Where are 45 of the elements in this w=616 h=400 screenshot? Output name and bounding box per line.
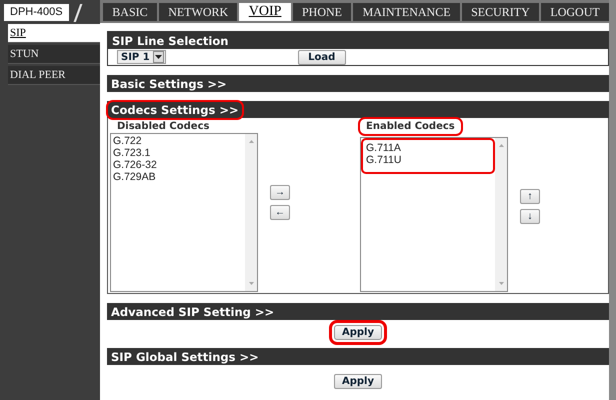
list-option[interactable]: G.711A xyxy=(364,142,455,154)
list-option[interactable]: G.723.1 xyxy=(111,147,245,159)
section-header[interactable]: SIP Global Settings >> xyxy=(107,348,609,365)
sidebar-item[interactable]: SIP xyxy=(8,24,100,43)
section-header[interactable]: Advanced SIP Setting >> xyxy=(107,303,609,320)
order-button[interactable]: ↓ xyxy=(520,209,540,224)
tab[interactable]: VOIP xyxy=(239,3,291,21)
tab[interactable]: BASIC xyxy=(103,3,157,21)
tab[interactable]: PHONE xyxy=(292,3,352,21)
move-button[interactable]: → xyxy=(270,185,290,200)
sidebar-item[interactable]: STUN xyxy=(8,45,100,64)
list-option[interactable]: G.726-32 xyxy=(111,159,245,171)
codec-list[interactable]: G.722 G.723.1 G.726-32 G.729AB xyxy=(110,133,258,292)
caret-icon xyxy=(152,51,164,63)
list-option[interactable]: G.711U xyxy=(364,154,455,166)
sidebar-item[interactable]: DIAL PEER xyxy=(8,66,100,85)
tab[interactable]: LOGOUT xyxy=(541,3,609,21)
section-title: Advanced SIP Setting >> xyxy=(110,304,276,318)
tab[interactable]: NETWORK xyxy=(158,3,238,21)
section-header[interactable]: Codecs Settings >> xyxy=(107,101,609,118)
sip-line-dropdown[interactable]: SIP 1 xyxy=(117,50,166,64)
scroll-up-icon[interactable] xyxy=(248,140,254,143)
section-title: Codecs Settings >> xyxy=(109,102,241,116)
section-header[interactable]: Basic Settings >> xyxy=(107,75,609,92)
list-option[interactable]: G.729AB xyxy=(111,171,245,183)
apply-button[interactable]: Apply xyxy=(334,374,382,389)
list-title: Enabled Codecs xyxy=(360,119,461,134)
tab[interactable]: SECURITY xyxy=(462,3,540,21)
tab[interactable]: MAINTENANCE xyxy=(353,3,460,21)
section-header[interactable]: SIP Line Selection xyxy=(108,32,608,49)
scroll-down-icon[interactable] xyxy=(498,282,504,285)
move-button[interactable]: ← xyxy=(270,205,290,220)
scrollbar[interactable] xyxy=(245,134,257,291)
list-title: Disabled Codecs xyxy=(116,121,210,132)
scrollbar[interactable] xyxy=(495,138,507,291)
order-button[interactable]: ↑ xyxy=(520,189,540,204)
section-title: SIP Global Settings >> xyxy=(110,350,260,364)
list-option[interactable]: G.722 xyxy=(111,135,245,147)
section-title: Basic Settings >> xyxy=(110,76,228,90)
section-title: SIP Line Selection xyxy=(111,34,230,48)
load-button[interactable]: Load xyxy=(298,50,346,64)
logo: DPH-400S xyxy=(4,4,69,21)
codec-list[interactable]: G.711A G.711U xyxy=(360,137,508,292)
scroll-up-icon[interactable] xyxy=(498,144,504,147)
scroll-down-icon[interactable] xyxy=(248,282,254,285)
